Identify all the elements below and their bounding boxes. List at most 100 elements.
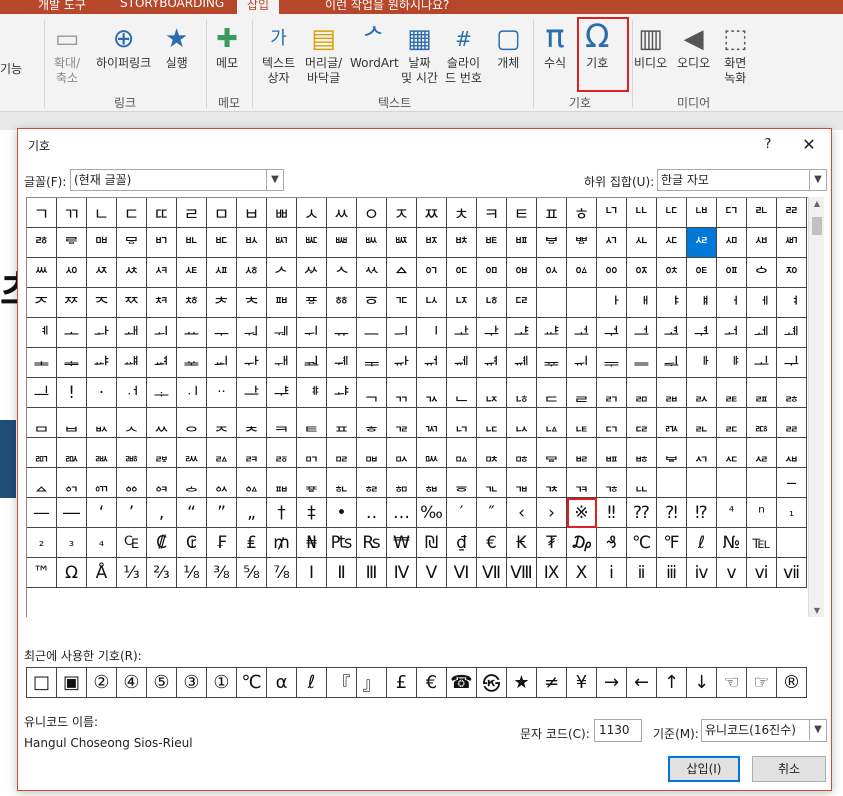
symbol-cell[interactable]: ᄰ [687,228,717,258]
video-button[interactable]: ▥ 비디오 [634,24,667,71]
symbol-cell[interactable]: ᇒ [57,438,87,468]
symbol-cell[interactable]: ᅅ [537,258,567,288]
recent-symbol-cell[interactable]: € [417,668,447,698]
symbol-cell[interactable]: ᇣ [567,438,597,468]
symbol-cell[interactable]: ᇙ [267,438,297,468]
symbol-cell[interactable]: ᇳ [267,468,297,498]
symbol-cell[interactable]: ᅏ [57,288,87,318]
symbol-cell[interactable]: Ⅲ [357,558,387,588]
ribbon-left-fragment[interactable]: 기능 [0,62,22,77]
symbol-cell[interactable]: ₫ [447,528,477,558]
font-select[interactable]: (현재 글꼴) ▼ [70,169,284,191]
symbol-cell[interactable]: ᄷ [117,258,147,288]
symbol-cell[interactable]: ᆏ [417,348,447,378]
symbol-cell[interactable]: ₣ [207,528,237,558]
symbol-cell[interactable]: ※ [567,498,597,528]
recent-symbol-cell[interactable]: ☞ [747,668,777,698]
symbol-cell[interactable]: ᇇ [507,408,537,438]
symbol-cell[interactable]: ᇔ [117,438,147,468]
symbol-cell[interactable]: ᇖ [177,438,207,468]
symbol-cell[interactable]: ᅫ [117,318,147,348]
symbol-cell[interactable]: ᆠ [147,378,177,408]
symbol-cell[interactable]: ᅳ [357,318,387,348]
symbol-cell[interactable]: ᅤ [687,288,717,318]
symbol-cell[interactable]: ㅃ [267,198,297,228]
recent-symbol-cell[interactable]: ③ [177,668,207,698]
symbol-cell[interactable]: ᇹ [447,468,477,498]
symbol-cell[interactable]: ᇋ [627,408,657,438]
symbol-cell[interactable]: ᆰ [597,378,627,408]
symbol-cell[interactable]: ⅔ [147,558,177,588]
symbol-cell[interactable]: ᇂ [357,408,387,438]
symbol-cell[interactable]: ᇼ [537,468,567,498]
symbol-cell[interactable]: ᆉ [237,348,267,378]
recent-symbol-cell[interactable]: ℓ [297,668,327,698]
symbol-cell[interactable]: ’ [117,498,147,528]
symbol-cell[interactable]: ᄺ [207,258,237,288]
symbol-cell[interactable]: ᇷ [387,468,417,498]
recent-symbol-cell[interactable]: 』 [357,668,387,698]
symbol-cell[interactable]: ᆌ [327,348,357,378]
symbol-cell[interactable]: ᇥ [627,438,657,468]
insert-button[interactable]: 삽입(I) [668,756,740,782]
symbol-cell[interactable]: ᅸ [507,318,537,348]
symbol-cell[interactable]: ᇢ [537,438,567,468]
symbol-cell[interactable]: ᄣ [297,228,327,258]
tab-insert[interactable]: 삽입 [237,0,280,14]
symbol-cell[interactable]: ᅢ [627,288,657,318]
symbol-cell[interactable]: ᆻ [147,408,177,438]
symbol-cell[interactable]: ᆅ [117,348,147,378]
symbol-cell[interactable]: — [27,498,57,528]
symbol-cell[interactable]: ᇠ [477,438,507,468]
symbol-cell[interactable]: ᅇ [597,258,627,288]
symbol-cell[interactable]: ᄸ [147,258,177,288]
symbol-cell[interactable]: Ω [57,558,87,588]
symbol-cell[interactable]: ᇝ [387,438,417,468]
symbol-cell[interactable]: ㅆ [327,198,357,228]
symbol-cell[interactable]: ᇌ [657,408,687,438]
symbol-cell[interactable]: ⁿ [747,498,777,528]
symbol-cell[interactable]: ᅩ [57,318,87,348]
symbol-cell[interactable]: ᅈ [627,258,657,288]
symbol-cell[interactable]: ᆹ [87,408,117,438]
symbol-cell[interactable]: Å [87,558,117,588]
symbol-cell[interactable]: ᆔ [567,348,597,378]
symbol-cell[interactable]: ₧ [327,528,357,558]
symbol-cell[interactable]: ᅑ [117,288,147,318]
symbol-cell[interactable]: ᆬ [477,378,507,408]
symbol-cell[interactable]: ᅼ [627,318,657,348]
symbol-cell[interactable]: ᇘ [237,438,267,468]
symbol-cell[interactable]: ᆄ [87,348,117,378]
symbol-cell[interactable]: ᄹ [177,258,207,288]
symbol-cell[interactable]: ᇤ [597,438,627,468]
symbol-cell[interactable]: ᅔ [207,288,237,318]
symbol-cell[interactable]: Ⅴ [417,558,447,588]
symbol-cell[interactable]: ㄷ [117,198,147,228]
recent-symbol-cell[interactable]: ℃ [237,668,267,698]
symbol-cell[interactable]: ⅱ [627,558,657,588]
symbol-cell[interactable]: ㅇ [357,198,387,228]
symbol-cell[interactable]: ᇦ [657,438,687,468]
symbol-cell[interactable]: ᅭ [177,318,207,348]
symbol-cell[interactable]: ᄔ [627,198,657,228]
symbol-cell[interactable]: ᇭ [87,468,117,498]
symbol-cell[interactable]: ᇊ [597,408,627,438]
symbol-cell[interactable]: ᅓ [177,288,207,318]
symbol-cell[interactable] [687,468,717,498]
symbol-cell[interactable]: ᇄ [417,408,447,438]
symbol-cell[interactable]: ₄ [87,528,117,558]
symbol-cell[interactable] [717,468,747,498]
symbol-cell[interactable]: ₰ [597,528,627,558]
recent-symbol-cell[interactable]: α [267,668,297,698]
symbol-cell[interactable]: ᄘ [747,198,777,228]
symbol-cell[interactable]: ᇀ [297,408,327,438]
symbol-cell[interactable]: ₪ [417,528,447,558]
subset-select[interactable]: 한글 자모 ▼ [657,169,827,191]
action-button[interactable]: ★ 실행 [165,24,188,71]
symbol-cell[interactable]: ㅌ [507,198,537,228]
tell-me-search[interactable]: 이런 작업을 원하시나요? [325,0,449,13]
symbol-cell[interactable]: ㄲ [57,198,87,228]
symbol-cell[interactable]: ᄨ [447,228,477,258]
recent-symbol-cell[interactable]: ☎ [447,668,477,698]
symbol-grid-scrollbar[interactable]: ▲ ▼ [808,197,824,617]
